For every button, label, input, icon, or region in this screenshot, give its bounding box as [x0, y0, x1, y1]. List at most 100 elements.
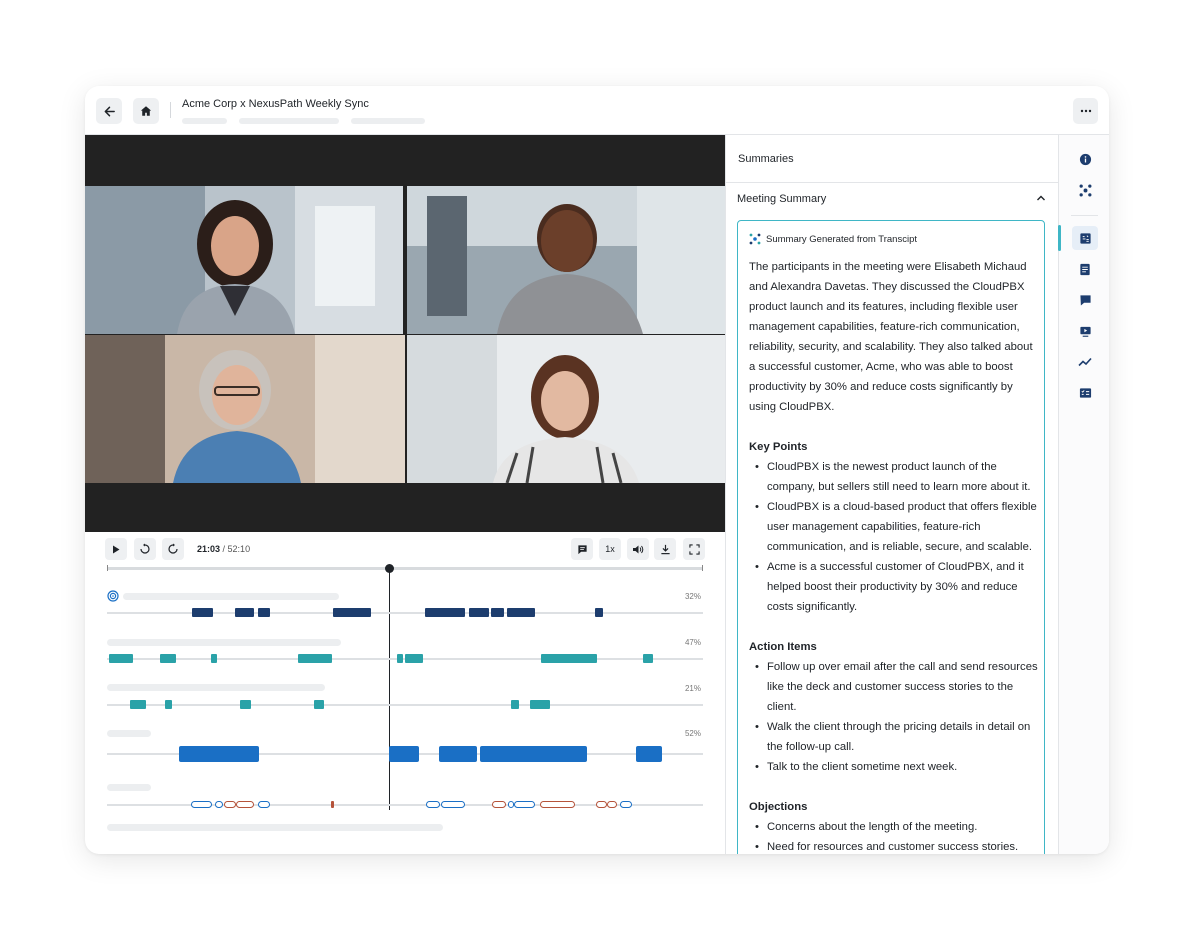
summary-tab-button[interactable] [1072, 226, 1098, 250]
download-button[interactable] [654, 538, 676, 560]
back-button[interactable] [96, 98, 122, 124]
talk-segment[interactable] [109, 654, 133, 663]
more-options-button[interactable] [1073, 98, 1098, 124]
info-button[interactable] [1072, 147, 1098, 171]
key-points-heading: Key Points [749, 441, 808, 453]
speaker-talk-percent: 52% [684, 729, 701, 738]
playhead-line [389, 566, 390, 810]
trend-icon [1078, 357, 1092, 367]
rewind-button[interactable] [134, 538, 156, 560]
speaker-track[interactable] [107, 704, 703, 706]
talk-segment[interactable] [333, 608, 371, 617]
event-marker[interactable] [215, 801, 223, 808]
event-marker[interactable] [258, 801, 270, 808]
app-window: Acme Corp x NexusPath Weekly Sync 21:03 … [85, 86, 1109, 854]
event-marker[interactable] [331, 801, 334, 808]
progress-end-tick [702, 565, 703, 571]
chat-tab-button[interactable] [1072, 288, 1098, 312]
summaries-header: Summaries [726, 135, 1058, 183]
talk-segment[interactable] [235, 608, 254, 617]
talk-segment[interactable] [258, 608, 270, 617]
talk-segment[interactable] [179, 746, 259, 762]
talk-segment[interactable] [160, 654, 176, 663]
home-button[interactable] [133, 98, 159, 124]
forward-button[interactable] [162, 538, 184, 560]
summary-card: Summary Generated from Transcipt The par… [737, 220, 1045, 854]
comment-button[interactable] [571, 538, 593, 560]
forward-15-icon [168, 543, 178, 554]
top-bar: Acme Corp x NexusPath Weekly Sync [85, 86, 1109, 135]
info-icon [1079, 153, 1091, 165]
talk-segment[interactable] [469, 608, 489, 617]
video-player[interactable] [85, 135, 725, 532]
summary-generated-text: Summary Generated from Transcipt [766, 233, 917, 245]
comment-icon [577, 544, 587, 554]
talk-segment[interactable] [192, 608, 213, 617]
active-indicator [1058, 225, 1061, 251]
progress-bar[interactable] [107, 565, 703, 571]
talk-segment[interactable] [511, 700, 519, 709]
event-marker[interactable] [236, 801, 254, 808]
video-tab-button[interactable] [1072, 319, 1098, 343]
talk-segment[interactable] [389, 746, 419, 762]
talk-segment[interactable] [491, 608, 504, 617]
fullscreen-button[interactable] [683, 538, 705, 560]
event-marker[interactable] [607, 801, 617, 808]
participant-video-1 [85, 186, 403, 334]
play-icon [113, 545, 120, 553]
play-button[interactable] [105, 538, 127, 560]
talk-segment[interactable] [541, 654, 597, 663]
event-marker[interactable] [492, 801, 506, 808]
talk-segment[interactable] [298, 654, 332, 663]
breadcrumb-placeholder [351, 118, 425, 124]
summaries-title: Summaries [738, 153, 794, 165]
talk-segment[interactable] [165, 700, 172, 709]
topbar-divider [170, 102, 171, 118]
ai-sparkle-icon [1079, 184, 1091, 196]
volume-button[interactable] [627, 538, 649, 560]
talk-segment[interactable] [425, 608, 465, 617]
list-item: CloudPBX is the newest product launch of… [749, 457, 1039, 497]
talk-segment[interactable] [130, 700, 146, 709]
progress-start-tick [107, 565, 108, 571]
talk-segment[interactable] [397, 654, 403, 663]
playhead-handle[interactable] [385, 564, 394, 573]
talk-segment[interactable] [643, 654, 653, 663]
chevron-up-icon[interactable] [1036, 193, 1046, 203]
event-marker[interactable] [620, 801, 632, 808]
arrow-left-icon [104, 106, 115, 116]
event-marker[interactable] [514, 801, 535, 808]
talk-segment[interactable] [530, 700, 550, 709]
talk-segment[interactable] [636, 746, 662, 762]
breadcrumb-placeholder [182, 118, 227, 124]
playback-speed-button[interactable]: 1x [599, 538, 621, 560]
talk-segment[interactable] [240, 700, 251, 709]
event-marker[interactable] [426, 801, 440, 808]
event-marker[interactable] [540, 801, 575, 808]
list-item: Acme is a successful customer of CloudPB… [749, 557, 1039, 617]
speaker-name-placeholder [107, 730, 151, 737]
meeting-summary-header[interactable]: Meeting Summary [726, 183, 1058, 217]
analytics-tab-button[interactable] [1072, 350, 1098, 374]
transcript-tab-button[interactable] [1072, 257, 1098, 281]
event-marker[interactable] [191, 801, 212, 808]
event-marker[interactable] [224, 801, 236, 808]
talk-segment[interactable] [439, 746, 477, 762]
speaker-timeline[interactable]: 32% 47% 21% 52% [85, 564, 725, 854]
event-marker[interactable] [596, 801, 607, 808]
talk-segment[interactable] [314, 700, 324, 709]
talk-segment[interactable] [507, 608, 535, 617]
event-marker[interactable] [441, 801, 465, 808]
action-items-list: Follow up over email after the call and … [749, 657, 1039, 777]
summary-overview: The participants in the meeting were Eli… [749, 261, 1033, 413]
download-icon [660, 544, 670, 554]
checklist-tab-button[interactable] [1072, 381, 1098, 405]
timeline-footer-placeholder [107, 824, 443, 831]
talk-segment[interactable] [480, 746, 587, 762]
talk-segment[interactable] [211, 654, 217, 663]
talk-segment[interactable] [405, 654, 423, 663]
talk-segment[interactable] [595, 608, 603, 617]
ai-insights-button[interactable] [1072, 178, 1098, 202]
speaker-name-placeholder [107, 639, 341, 646]
current-time: 21:03 [197, 544, 221, 554]
